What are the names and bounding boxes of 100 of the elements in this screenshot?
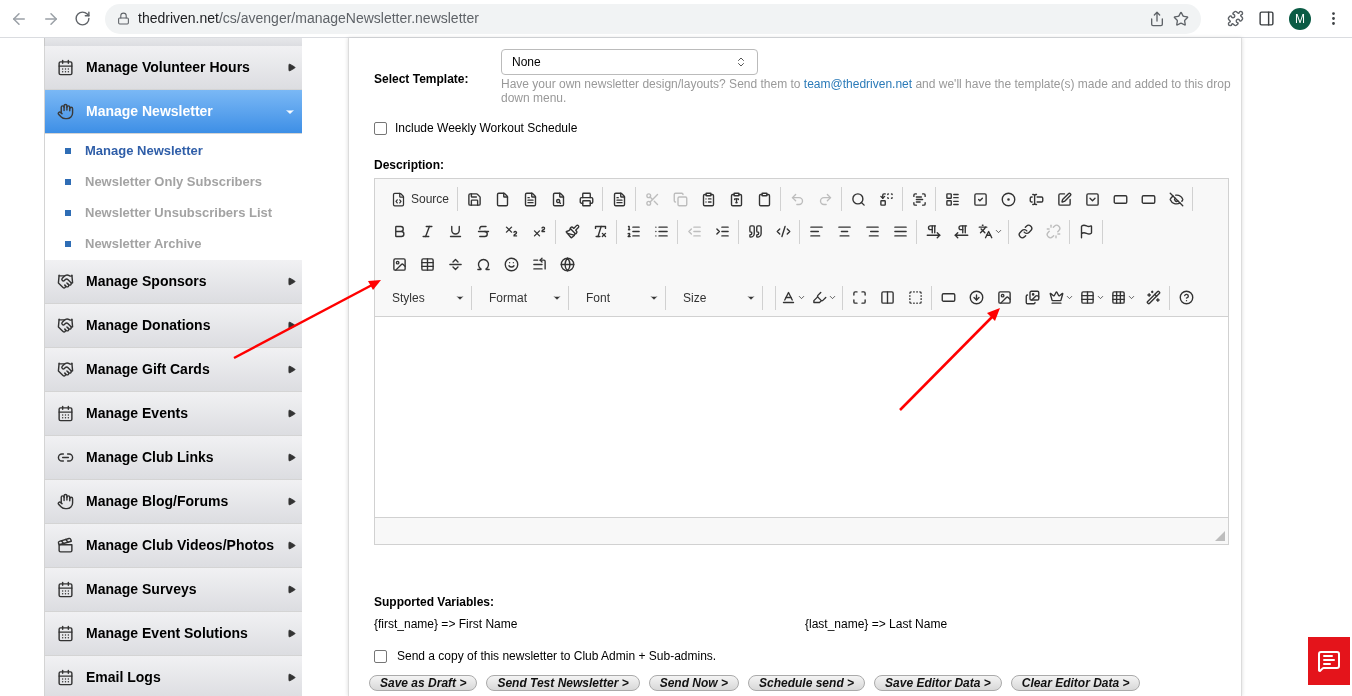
text-field-icon	[1028, 191, 1044, 207]
table-icon	[1080, 290, 1095, 305]
bookmark-star-icon[interactable]	[1173, 10, 1189, 27]
source-code-icon	[391, 191, 406, 207]
frame-icon	[907, 290, 923, 305]
resize-grip-icon[interactable]	[1215, 531, 1225, 541]
text-rtl-icon	[953, 224, 969, 239]
search-icon	[850, 191, 866, 207]
format-dropdown[interactable]: Size	[676, 285, 763, 310]
share-icon[interactable]	[1149, 10, 1165, 27]
action-button[interactable]: Send Test Newsletter >	[486, 675, 640, 691]
description-label: Description:	[374, 157, 445, 174]
extensions-icon[interactable]	[1227, 10, 1244, 27]
calendar-icon	[57, 405, 74, 422]
calendar-icon	[57, 625, 74, 642]
action-button[interactable]: Send Now >	[648, 675, 739, 691]
handshake-icon	[57, 317, 74, 334]
source-button[interactable]: Source	[385, 187, 456, 211]
sidebar-item[interactable]: Manage Events	[44, 392, 302, 436]
language-icon	[978, 224, 993, 239]
copy-icon	[672, 191, 688, 207]
caret-icon	[1065, 293, 1074, 302]
checkbox[interactable]	[374, 649, 387, 663]
caret-icon	[1127, 293, 1136, 302]
template-select[interactable]: None	[501, 49, 758, 75]
ok-button-icon	[940, 290, 956, 305]
caret-right-icon	[287, 541, 296, 550]
sidebar-item[interactable]: Email Logs	[44, 656, 302, 696]
sidebar-item[interactable]: Manage Sponsors	[44, 260, 302, 304]
undo-icon	[789, 191, 805, 207]
caret-icon	[994, 227, 1003, 236]
action-button[interactable]: Clear Editor Data >	[1010, 675, 1141, 691]
reload-icon[interactable]	[74, 10, 91, 27]
caret-right-icon	[287, 321, 296, 330]
hand-icon	[57, 493, 74, 510]
grid-icon	[1111, 290, 1126, 305]
email-link[interactable]: team@thedriven.net	[803, 77, 913, 91]
format-dropdown[interactable]: Styles	[385, 285, 472, 310]
redo-icon	[817, 191, 833, 207]
unlink-icon	[1045, 224, 1061, 239]
calendar-icon	[57, 669, 74, 686]
sidebar-item[interactable]: Manage Surveys	[44, 568, 302, 612]
page-break-icon	[531, 257, 547, 272]
profile-avatar[interactable]: M	[1289, 7, 1311, 30]
select-field-icon	[1084, 191, 1100, 207]
text-color-icon	[781, 290, 796, 305]
subscript-icon	[503, 224, 519, 239]
print-icon	[578, 191, 594, 207]
link-icon	[1017, 224, 1033, 239]
pdf-file-icon	[522, 191, 538, 207]
smiley-icon	[503, 257, 519, 272]
caret-right-icon	[287, 453, 296, 462]
format-dropdown[interactable]: Format	[482, 285, 569, 310]
italic-icon	[419, 224, 435, 239]
side-panel-icon[interactable]	[1258, 10, 1275, 27]
action-button[interactable]: Save as Draft >	[369, 675, 478, 691]
paste-icon	[700, 191, 716, 207]
action-button[interactable]: Schedule send >	[748, 675, 866, 691]
caret-icon	[797, 293, 806, 302]
address-bar[interactable]: thedriven.net/cs/avenger/manageNewsletter.newsletter	[105, 3, 1201, 34]
url-text: thedriven.net/cs/avenger/manageNewsletter.newsletter	[138, 9, 479, 28]
indent-icon	[714, 224, 730, 239]
sidebar-item[interactable]: Manage Event Solutions	[44, 612, 302, 656]
variables-title: Supported Variables:	[374, 594, 496, 611]
sidebar-item[interactable]: Manage Blog/Forums	[44, 480, 302, 524]
format-dropdown[interactable]: Font	[579, 285, 666, 310]
bullet-icon	[65, 178, 71, 185]
bullet-icon	[65, 147, 71, 154]
caret-right-icon	[287, 497, 296, 506]
hidden-field-icon	[1168, 191, 1184, 207]
align-center-icon	[836, 224, 852, 239]
wand-icon	[1145, 290, 1161, 305]
omega-icon	[475, 257, 491, 272]
submenu-link[interactable]: Manage Newsletter	[85, 140, 203, 161]
cut-icon	[644, 191, 660, 207]
template-hint: Have your own newsletter design/layouts? Send them to team@thedriven.net and we'll have the template(s) made and added to this drop down menu.	[501, 77, 1232, 105]
globe-icon	[559, 257, 575, 272]
caret-right-icon	[287, 409, 296, 418]
lock-icon	[117, 12, 130, 25]
quote-icon	[747, 224, 763, 239]
calendar-icon	[57, 581, 74, 598]
sidebar-item[interactable]: Manage Club Links	[44, 436, 302, 480]
align-right-icon	[864, 224, 880, 239]
caret-icon	[828, 293, 837, 302]
form-icon	[944, 191, 960, 207]
chat-button[interactable]	[1308, 637, 1350, 685]
save-icon	[466, 191, 482, 207]
download-icon	[968, 290, 984, 305]
sidebar-item[interactable]: Manage Gift Cards	[44, 348, 302, 392]
replace-icon	[878, 191, 894, 207]
variable-text: {first_name} => First Name	[374, 616, 519, 633]
superscript-icon	[531, 224, 547, 239]
radio-icon	[1000, 191, 1016, 207]
sidebar-item[interactable]: Manage Donations	[44, 304, 302, 348]
caret-right-icon	[287, 365, 296, 374]
checkbox[interactable]	[374, 121, 387, 135]
sidebar-item[interactable]: Manage Club Videos/Photos	[44, 524, 302, 568]
help-icon	[1178, 290, 1194, 305]
action-button[interactable]: Save Editor Data >	[874, 675, 1002, 691]
sidebar-item[interactable]: Manage Volunteer Hours	[44, 46, 302, 90]
